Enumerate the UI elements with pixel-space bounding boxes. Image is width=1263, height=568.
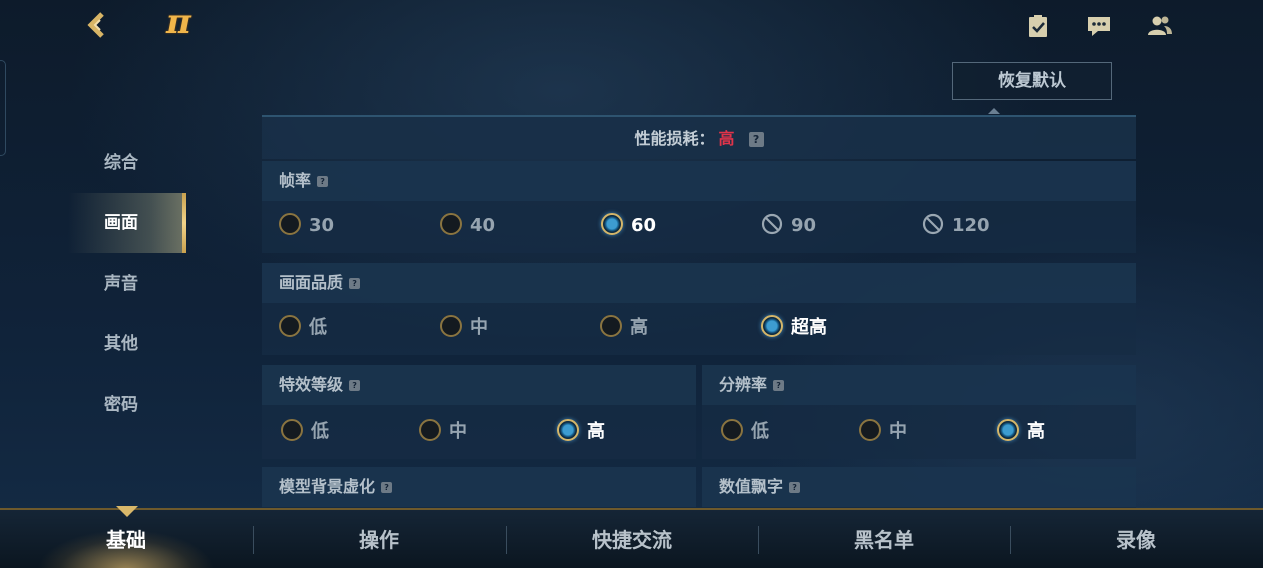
chat-icon[interactable]: [1086, 13, 1112, 39]
help-icon[interactable]: ?: [349, 278, 361, 289]
option-label: 30: [309, 215, 335, 236]
option-label: 高: [587, 421, 605, 442]
settings-screen: π 恢复默认 综合 画面 声音 其他 密码 性能损耗：高? 帧率? 30 40 …: [0, 0, 1263, 568]
sidebar-item-general[interactable]: 综合: [68, 133, 186, 193]
performance-value: 高: [718, 129, 735, 148]
option-label: 90: [791, 215, 817, 236]
sidebar-item-graphics[interactable]: 画面: [68, 193, 186, 253]
restore-defaults-button[interactable]: 恢复默认: [952, 62, 1112, 100]
quality-option-medium[interactable]: 中: [440, 315, 488, 341]
help-icon[interactable]: ?: [789, 482, 801, 493]
section-header: 数值飘字?: [702, 467, 1136, 507]
frame-rate-section: 帧率? 30 40 60 90 120: [262, 161, 1136, 253]
option-label: 低: [311, 421, 329, 442]
radio-icon: [279, 213, 301, 235]
effects-option-high[interactable]: 高: [557, 419, 605, 445]
reset-pointer: [988, 108, 1000, 114]
fps-option-90: 90: [761, 213, 816, 239]
sidebar-item-other[interactable]: 其他: [68, 314, 186, 374]
friends-icon[interactable]: [1147, 13, 1173, 39]
option-label: 高: [630, 317, 648, 338]
radio-icon: [440, 315, 462, 337]
option-label: 中: [470, 317, 488, 338]
image-quality-section: 画面品质? 低 中 高 超高: [262, 263, 1136, 355]
resolution-option-low[interactable]: 低: [721, 419, 769, 445]
frame-rate-title: 帧率: [279, 171, 312, 190]
help-icon[interactable]: ?: [773, 380, 785, 391]
sidebar-item-sound[interactable]: 声音: [68, 254, 186, 314]
back-arrow-icon[interactable]: [84, 10, 114, 40]
fps-option-60[interactable]: 60: [601, 213, 656, 239]
option-label: 中: [889, 421, 907, 442]
resolution-title: 分辨率: [719, 375, 768, 394]
section-header: 模型背景虚化?: [262, 467, 696, 507]
option-label: 高: [1027, 421, 1045, 442]
radio-icon: [279, 315, 301, 337]
radio-icon: [281, 419, 303, 441]
left-edge-frame: [0, 60, 6, 156]
game-logo: π: [166, 2, 191, 42]
effects-option-low[interactable]: 低: [281, 419, 329, 445]
tab-replay[interactable]: 录像: [1010, 510, 1262, 568]
radio-selected-icon: [557, 419, 579, 441]
option-label: 120: [952, 215, 990, 236]
effects-level-section: 特效等级? 低 中 高: [262, 365, 696, 459]
resolution-option-high[interactable]: 高: [997, 419, 1045, 445]
radio-selected-icon: [761, 315, 783, 337]
quality-option-low[interactable]: 低: [279, 315, 327, 341]
option-label: 低: [309, 317, 327, 338]
performance-label: 性能损耗：: [634, 129, 715, 148]
section-header: 分辨率?: [702, 365, 1136, 405]
tab-controls[interactable]: 操作: [253, 510, 505, 568]
radio-icon: [600, 315, 622, 337]
radio-icon: [419, 419, 441, 441]
clipboard-check-icon[interactable]: [1025, 13, 1051, 39]
option-label: 低: [751, 421, 769, 442]
damage-numbers-title: 数值飘字: [719, 477, 784, 496]
effects-option-medium[interactable]: 中: [419, 419, 467, 445]
help-icon[interactable]: ?: [381, 482, 393, 493]
radio-selected-icon: [601, 213, 623, 235]
help-icon[interactable]: ?: [317, 176, 329, 187]
option-label: 超高: [791, 317, 827, 338]
radio-icon: [721, 419, 743, 441]
section-header: 特效等级?: [262, 365, 696, 405]
section-header: 画面品质?: [262, 263, 1136, 303]
radio-selected-icon: [997, 419, 1019, 441]
sidebar-item-password[interactable]: 密码: [68, 375, 186, 435]
tab-basic[interactable]: 基础: [0, 510, 252, 568]
bottom-tab-bar: 基础 操作 快捷交流 黑名单 录像: [0, 508, 1263, 568]
model-bg-blur-title: 模型背景虚化: [279, 477, 376, 496]
model-bg-blur-section: 模型背景虚化?: [262, 467, 696, 508]
fps-option-120: 120: [922, 213, 990, 239]
option-label: 60: [631, 215, 657, 236]
option-label: 40: [470, 215, 496, 236]
performance-cost-bar: 性能损耗：高?: [262, 115, 1136, 159]
radio-icon: [859, 419, 881, 441]
image-quality-title: 画面品质: [279, 273, 344, 292]
damage-numbers-section: 数值飘字?: [702, 467, 1136, 508]
radio-icon: [440, 213, 462, 235]
tab-quick-chat[interactable]: 快捷交流: [506, 510, 758, 568]
resolution-option-medium[interactable]: 中: [859, 419, 907, 445]
help-icon[interactable]: ?: [748, 132, 764, 147]
effects-level-title: 特效等级: [279, 375, 344, 394]
disabled-icon: [922, 213, 944, 235]
fps-option-40[interactable]: 40: [440, 213, 495, 239]
quality-option-ultra[interactable]: 超高: [761, 315, 827, 341]
quality-option-high[interactable]: 高: [600, 315, 648, 341]
option-label: 中: [449, 421, 467, 442]
disabled-icon: [761, 213, 783, 235]
tab-blacklist[interactable]: 黑名单: [758, 510, 1010, 568]
active-tab-indicator: [116, 506, 138, 517]
resolution-section: 分辨率? 低 中 高: [702, 365, 1136, 459]
fps-option-30[interactable]: 30: [279, 213, 334, 239]
section-header: 帧率?: [262, 161, 1136, 201]
help-icon[interactable]: ?: [349, 380, 361, 391]
